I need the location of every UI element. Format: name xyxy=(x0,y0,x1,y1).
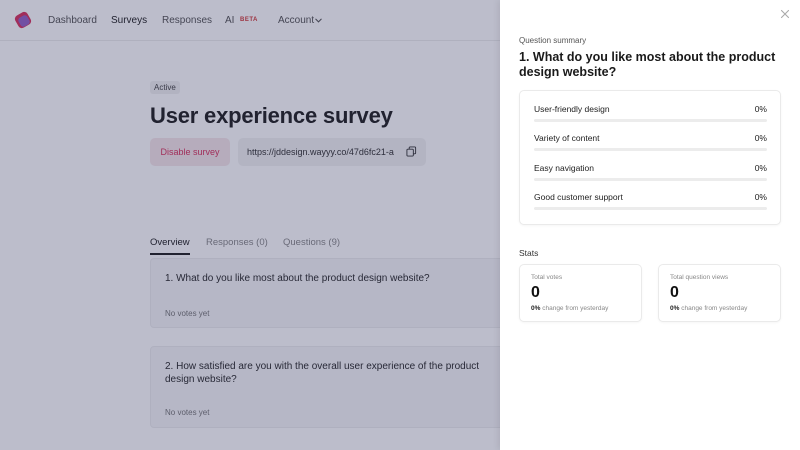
summary-label: Question summary xyxy=(519,36,587,45)
answer-option: Easy navigation 0% xyxy=(534,163,767,181)
stats-label: Stats xyxy=(519,248,539,258)
stat-card-total-views: Total question views 0 0% change from ye… xyxy=(658,264,781,322)
stat-value: 0 xyxy=(670,284,679,301)
stat-change-text: change from yesterday xyxy=(542,305,609,312)
stat-card-total-votes: Total votes 0 0% change from yesterday xyxy=(519,264,642,322)
option-label: Easy navigation xyxy=(534,163,595,173)
summary-question-title: 1. What do you like most about the produ… xyxy=(519,50,776,79)
stat-change-value: 0% xyxy=(531,305,541,312)
option-percent: 0% xyxy=(754,163,767,173)
stat-change: 0% change from yesterday xyxy=(670,305,747,312)
stat-value: 0 xyxy=(531,284,540,301)
stat-change-value: 0% xyxy=(670,305,680,312)
stat-change-text: change from yesterday xyxy=(681,305,748,312)
option-percent: 0% xyxy=(754,192,767,202)
stat-name: Total question views xyxy=(670,274,729,281)
close-icon[interactable] xyxy=(780,9,790,19)
option-progress-bar xyxy=(534,178,767,181)
stat-change: 0% change from yesterday xyxy=(531,305,608,312)
answer-option: Variety of content 0% xyxy=(534,133,767,151)
option-progress-bar xyxy=(534,207,767,210)
modal-overlay[interactable] xyxy=(0,0,500,450)
answer-option: Good customer support 0% xyxy=(534,192,767,210)
answer-options-card: User-friendly design 0% Variety of conte… xyxy=(519,90,781,225)
answer-option: User-friendly design 0% xyxy=(534,104,767,122)
option-percent: 0% xyxy=(754,133,767,143)
stat-name: Total votes xyxy=(531,274,563,281)
option-label: Good customer support xyxy=(534,192,623,202)
option-label: User-friendly design xyxy=(534,104,610,114)
option-progress-bar xyxy=(534,119,767,122)
option-percent: 0% xyxy=(754,104,767,114)
option-progress-bar xyxy=(534,148,767,151)
option-label: Variety of content xyxy=(534,133,600,143)
